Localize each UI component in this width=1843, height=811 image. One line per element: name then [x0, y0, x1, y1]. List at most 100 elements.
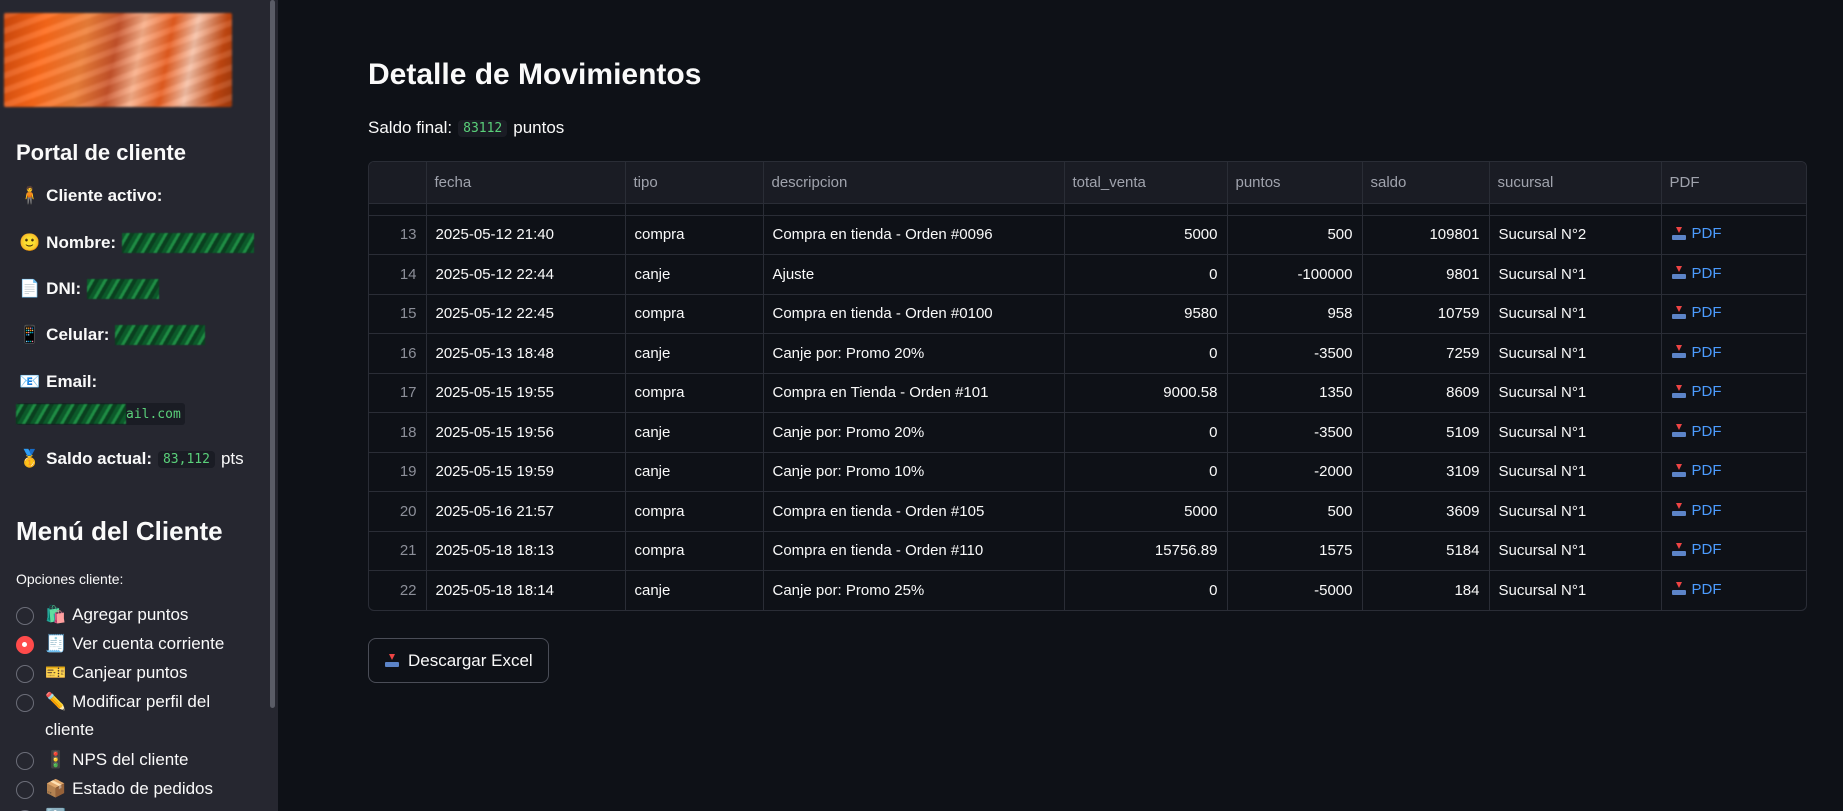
- cell-fecha: 2025-05-15 19:55: [426, 372, 626, 413]
- radio-unselected[interactable]: [16, 752, 34, 770]
- client-option-label: ℹ️Comunicación cliente: [45, 804, 245, 811]
- app: Portal de cliente 🧍 Cliente activo: 🙂 No…: [0, 0, 1843, 811]
- client-name-row: 🙂 Nombre:: [19, 233, 255, 253]
- table-row[interactable]: 19 2025-05-15 19:59 canje Canje por: Promo …: [369, 451, 1806, 492]
- final-balance-unit: puntos: [513, 118, 565, 137]
- client-phone-label: Celular:: [46, 325, 110, 344]
- pdf-link-label: PDF: [1691, 343, 1722, 361]
- pdf-download-link[interactable]: PDF: [1671, 383, 1722, 400]
- cell-tipo: compra: [625, 372, 764, 413]
- column-header-sucursal[interactable]: sucursal: [1489, 162, 1662, 203]
- cell-sucursal: Sucursal N°1: [1489, 451, 1662, 492]
- cell-fecha: 2025-05-12 22:45: [426, 293, 626, 334]
- radio-unselected[interactable]: [16, 694, 34, 712]
- pdf-download-link[interactable]: PDF: [1671, 265, 1722, 282]
- pdf-download-link[interactable]: PDF: [1671, 502, 1722, 519]
- column-header-saldo[interactable]: saldo: [1362, 162, 1490, 203]
- pdf-download-link[interactable]: PDF: [1671, 541, 1722, 558]
- table-body: 13 2025-05-12 21:40 compra Compra en tienda…: [369, 202, 1806, 610]
- cell-sucursal: Sucursal N°1: [1489, 570, 1662, 610]
- cell-descripcion: Compra en tienda - Orden #0100: [763, 293, 1065, 334]
- cell-idx: 22: [369, 570, 427, 610]
- cell-total-venta: 0: [1064, 333, 1228, 373]
- active-client-label: 🧍 Cliente activo:: [19, 186, 162, 206]
- download-excel-button[interactable]: Descargar Excel: [368, 638, 549, 683]
- client-option-label: 📦 Estado de pedidos: [45, 775, 245, 803]
- cell-puntos: -3500: [1227, 333, 1363, 373]
- client-balance-row: 🥇 Saldo actual: 83,112 pts: [19, 449, 244, 469]
- cell-sucursal: Sucursal N°1: [1489, 333, 1662, 373]
- column-header-puntos[interactable]: puntos: [1227, 162, 1363, 203]
- cell-descripcion: Canje por: Promo 20%: [763, 412, 1065, 452]
- client-option-4[interactable]: 🚦 NPS del cliente: [16, 750, 245, 774]
- column-header-fecha[interactable]: fecha: [426, 162, 626, 203]
- cell-puntos: -3500: [1227, 412, 1363, 452]
- final-balance-value: 83112: [458, 119, 508, 137]
- cell-puntos: 1575: [1227, 530, 1363, 571]
- sidebar: Portal de cliente 🧍 Cliente activo: 🙂 No…: [0, 0, 278, 811]
- option-text: Estado de pedidos: [72, 779, 214, 798]
- final-balance-label: Saldo final:: [368, 118, 453, 137]
- client-option-3[interactable]: ✏️ Modificar perfil del cliente: [16, 692, 245, 744]
- pdf-link-label: PDF: [1691, 541, 1722, 558]
- download-tray-icon: [1671, 384, 1687, 399]
- client-option-2[interactable]: 🎫 Canjear puntos: [16, 663, 245, 687]
- column-header-total_venta[interactable]: total_venta: [1064, 162, 1228, 203]
- option-icon: 🚦: [45, 750, 67, 769]
- table-row[interactable]: 16 2025-05-13 18:48 canje Canje por: Promo …: [369, 333, 1806, 373]
- table-row[interactable]: 20 2025-05-16 21:57 compra Compra en tienda…: [369, 491, 1806, 531]
- cell-idx: 15: [369, 293, 427, 334]
- table-row[interactable]: 15 2025-05-12 22:45 compra Compra en tienda…: [369, 293, 1806, 334]
- client-option-label: 🛍️ Agregar puntos: [45, 601, 245, 629]
- client-option-5[interactable]: 📦 Estado de pedidos: [16, 779, 245, 803]
- cell-saldo: 10759: [1362, 293, 1490, 334]
- movements-table[interactable]: fecha tipo descripcion total_venta puntos sal…: [368, 161, 1807, 611]
- column-header-PDF[interactable]: PDF: [1661, 162, 1806, 203]
- client-email-row: 📧 Email:: [19, 372, 97, 392]
- radio-unselected[interactable]: [16, 781, 34, 799]
- cell-tipo: canje: [625, 451, 764, 492]
- cell-puntos: -2000: [1227, 451, 1363, 492]
- pdf-download-link[interactable]: PDF: [1671, 581, 1722, 598]
- radio-unselected[interactable]: [16, 607, 34, 625]
- client-option-1[interactable]: 🧾 Ver cuenta corriente: [16, 634, 245, 658]
- cell-pdf: PDF: [1661, 570, 1806, 610]
- cell-total-venta: 0: [1064, 451, 1228, 492]
- cell-descripcion: Compra en Tienda - Orden #101: [763, 372, 1065, 413]
- download-tray-icon: [1671, 266, 1687, 280]
- sidebar-scrollbar[interactable]: [270, 0, 275, 708]
- client-email-label: Email:: [46, 372, 98, 391]
- cell-pdf: PDF: [1661, 491, 1806, 531]
- cell-tipo: canje: [625, 570, 764, 610]
- table-row[interactable]: 14 2025-05-12 22:44 canje Ajuste 0 -100000 980…: [369, 254, 1806, 294]
- cell-fecha: 2025-05-16 21:57: [426, 491, 626, 531]
- page-title: Detalle de Movimientos: [368, 58, 702, 91]
- table-row[interactable]: 21 2025-05-18 18:13 compra Compra en tienda…: [369, 530, 1806, 571]
- column-header-index[interactable]: [369, 162, 427, 203]
- cell-pdf: PDF: [1661, 293, 1806, 334]
- cell-tipo: compra: [625, 530, 764, 571]
- client-option-0[interactable]: 🛍️ Agregar puntos: [16, 605, 245, 629]
- client-phone-redacted: [115, 325, 206, 345]
- table-row[interactable]: 18 2025-05-15 19:56 canje Canje por: Promo …: [369, 412, 1806, 452]
- table-row[interactable]: 17 2025-05-15 19:55 compra Compra en Tienda…: [369, 372, 1806, 413]
- cell-pdf: PDF: [1661, 254, 1806, 294]
- client-balance-value: 83,112: [157, 450, 215, 468]
- pdf-download-link[interactable]: PDF: [1671, 462, 1722, 479]
- radio-selected[interactable]: [16, 636, 34, 654]
- pdf-download-link[interactable]: PDF: [1671, 304, 1722, 321]
- cell-pdf: PDF: [1661, 214, 1806, 255]
- column-header-tipo[interactable]: tipo: [625, 162, 764, 203]
- pdf-download-link[interactable]: PDF: [1671, 344, 1722, 361]
- radio-unselected[interactable]: [16, 665, 34, 683]
- table-row[interactable]: 22 2025-05-18 18:14 canje Canje por: Promo …: [369, 570, 1806, 610]
- table-row[interactable]: 13 2025-05-12 21:40 compra Compra en tienda…: [369, 214, 1806, 255]
- cell-descripcion: Compra en tienda - Orden #0096: [763, 214, 1065, 255]
- option-text: Ver cuenta corriente: [72, 634, 225, 653]
- pdf-download-link[interactable]: PDF: [1671, 423, 1722, 440]
- column-header-descripcion[interactable]: descripcion: [763, 162, 1065, 203]
- pdf-download-link[interactable]: PDF: [1671, 225, 1722, 242]
- cell-total-venta: 15756.89: [1064, 530, 1228, 571]
- options-label: Opciones cliente:: [16, 571, 124, 587]
- download-tray-icon: [1671, 226, 1687, 241]
